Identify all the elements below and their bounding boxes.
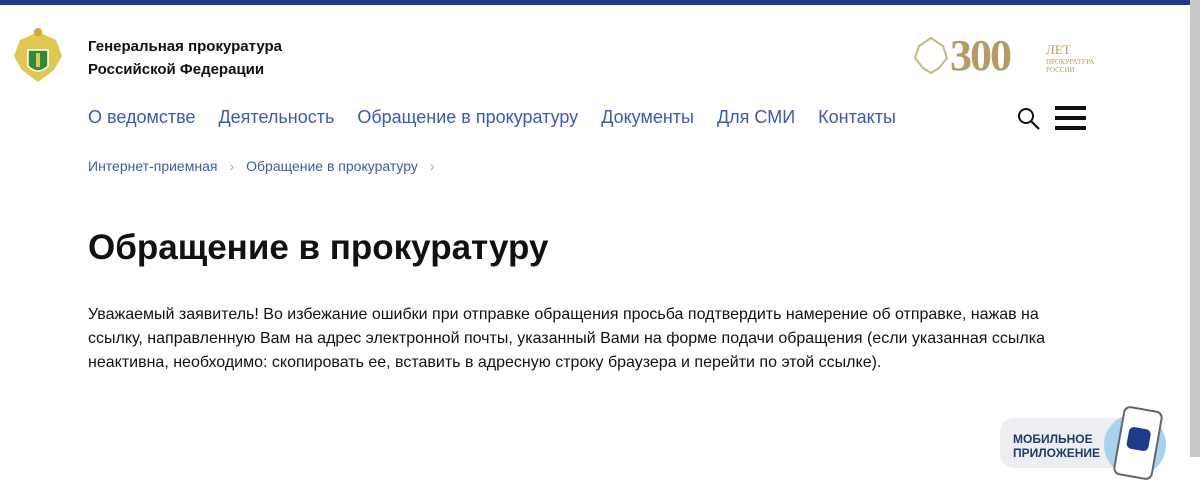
eagle-icon	[914, 36, 948, 74]
chevron-right-icon: ›	[229, 158, 235, 174]
menu-icon[interactable]	[1055, 106, 1086, 136]
org-name-line1: Генеральная прокуратура	[88, 38, 282, 55]
breadcrumb-internet-reception[interactable]: Интернет-приемная	[88, 158, 217, 174]
nav-contacts[interactable]: Контакты	[818, 107, 896, 128]
jubilee-300-logo[interactable]: 300 ЛЕТ ПРОКУРАТУРА РОССИИ	[914, 31, 1094, 80]
top-accent-bar	[0, 0, 1190, 5]
nav-appeal[interactable]: Обращение в прокуратуру	[357, 107, 578, 128]
app-banner-line1: МОБИЛЬНОЕ	[1013, 432, 1093, 446]
scrollbar[interactable]	[1190, 0, 1200, 457]
notice-text: Уважаемый заявитель! Во избежание ошибки…	[88, 306, 1045, 371]
nav-documents[interactable]: Документы	[601, 107, 694, 128]
nav-media[interactable]: Для СМИ	[717, 107, 795, 128]
mobile-app-banner[interactable]: МОБИЛЬНОЕ ПРИЛОЖЕНИЕ	[1000, 405, 1166, 481]
org-name-line2: Российской Федерации	[88, 61, 265, 78]
jubilee-line3: РОССИИ	[1046, 66, 1075, 74]
jubilee-number: 300	[950, 31, 1012, 80]
jubilee-line2: ПРОКУРАТУРА	[1046, 58, 1095, 66]
breadcrumb: Интернет-приемная › Обращение в прокурат…	[88, 158, 435, 174]
jubilee-years: ЛЕТ	[1046, 42, 1071, 57]
emblem-logo[interactable]	[12, 26, 64, 84]
jubilee-subtitle: ПРОКУРАТУРА РОССИИ	[1046, 58, 1094, 74]
app-banner-line2: ПРИЛОЖЕНИЕ	[1013, 446, 1100, 460]
app-banner-label: МОБИЛЬНОЕ ПРИЛОЖЕНИЕ	[1013, 432, 1100, 460]
nav-activity[interactable]: Деятельность	[218, 107, 334, 128]
nav-about[interactable]: О ведомстве	[88, 107, 195, 128]
page-title: Обращение в прокуратуру	[88, 228, 549, 267]
search-icon[interactable]	[1017, 107, 1041, 131]
main-nav: О ведомстве Деятельность Обращение в про…	[88, 107, 896, 128]
org-name[interactable]: Генеральная прокуратура Российской Федер…	[88, 35, 282, 81]
breadcrumb-appeal[interactable]: Обращение в прокуратуру	[246, 158, 418, 174]
chevron-right-icon: ›	[429, 158, 435, 174]
